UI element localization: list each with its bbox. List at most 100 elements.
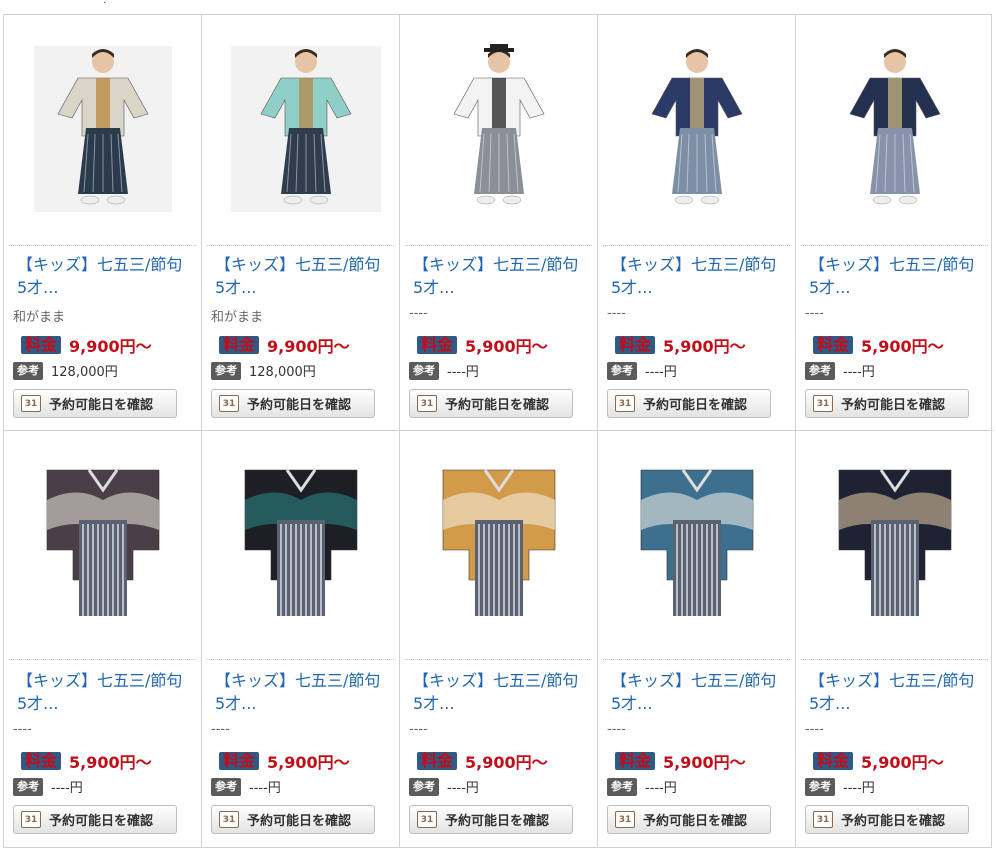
check-availability-label: 予約可能日を確認 <box>247 398 352 413</box>
price-row: 料金 5,900円〜 <box>607 333 746 357</box>
product-image[interactable] <box>796 431 993 659</box>
rental-price: 5,900円〜 <box>465 337 548 356</box>
price-label-badge: 料金 <box>21 752 62 770</box>
product-title-link[interactable]: 【キッズ】七五三/節句 5才... <box>413 669 591 715</box>
calendar-icon: 31 <box>813 811 833 828</box>
product-image[interactable] <box>202 15 399 243</box>
reference-price: ----円 <box>249 781 281 796</box>
product-title-link[interactable]: 【キッズ】七五三/節句 5才... <box>809 253 987 299</box>
calendar-icon: 31 <box>417 395 437 412</box>
product-card[interactable]: 【キッズ】七五三/節句 5才... ---- 料金 5,900円〜 参考 ---… <box>796 431 993 847</box>
reference-price: ----円 <box>645 781 677 796</box>
child-hakama-photo[interactable] <box>840 44 950 214</box>
check-availability-label: 予約可能日を確認 <box>49 814 154 829</box>
price-label-badge: 料金 <box>417 336 458 354</box>
check-availability-button[interactable]: 31 予約可能日を確認 <box>805 389 969 418</box>
product-image[interactable] <box>598 431 795 659</box>
brand-name: 和がまま <box>13 310 66 325</box>
brand-name: 和がまま <box>211 310 264 325</box>
product-title-link[interactable]: 【キッズ】七五三/節句 5才... <box>17 253 195 299</box>
product-title-link[interactable]: 【キッズ】七五三/節句 5才... <box>611 669 789 715</box>
rental-price: 5,900円〜 <box>465 753 548 772</box>
price-row: 料金 5,900円〜 <box>607 749 746 773</box>
check-availability-label: 予約可能日を確認 <box>49 398 154 413</box>
calendar-icon: 31 <box>615 395 635 412</box>
reference-price: ----円 <box>51 781 83 796</box>
check-availability-label: 予約可能日を確認 <box>841 814 946 829</box>
check-availability-label: 予約可能日を確認 <box>643 398 748 413</box>
price-row: 料金 5,900円〜 <box>805 333 944 357</box>
calendar-icon: 31 <box>219 395 239 412</box>
product-card[interactable]: 【キッズ】七五三/節句 5才... 和がまま 料金 9,900円〜 参考 128… <box>4 15 202 431</box>
product-image[interactable] <box>400 15 597 243</box>
divider <box>9 659 196 660</box>
check-availability-button[interactable]: 31 予約可能日を確認 <box>805 805 969 834</box>
price-label-badge: 料金 <box>219 336 260 354</box>
hakama-set-photo[interactable] <box>215 460 387 630</box>
child-hakama-photo[interactable] <box>251 44 361 214</box>
brand-name: ---- <box>607 306 626 321</box>
check-availability-button[interactable]: 31 予約可能日を確認 <box>607 389 771 418</box>
price-row: 料金 5,900円〜 <box>409 749 548 773</box>
product-card[interactable]: 【キッズ】七五三/節句 5才... ---- 料金 5,900円〜 参考 ---… <box>4 431 202 847</box>
product-image[interactable] <box>796 15 993 243</box>
reference-label-badge: 参考 <box>211 361 241 380</box>
product-image[interactable] <box>4 431 201 659</box>
child-hakama-photo[interactable] <box>444 44 554 214</box>
hakama-set-photo[interactable] <box>17 460 189 630</box>
price-label-badge: 料金 <box>615 336 656 354</box>
calendar-icon: 31 <box>219 811 239 828</box>
price-label-badge: 料金 <box>813 336 854 354</box>
product-title-link[interactable]: 【キッズ】七五三/節句 5才... <box>215 669 393 715</box>
check-availability-button[interactable]: 31 予約可能日を確認 <box>211 805 375 834</box>
product-card[interactable]: 【キッズ】七五三/節句 5才... ---- 料金 5,900円〜 参考 ---… <box>400 15 598 431</box>
reference-label-badge: 参考 <box>409 777 439 796</box>
check-availability-label: 予約可能日を確認 <box>445 814 550 829</box>
product-card[interactable]: 【キッズ】七五三/節句 5才... ---- 料金 5,900円〜 参考 ---… <box>598 431 796 847</box>
hakama-set-photo[interactable] <box>413 460 585 630</box>
reference-price: ----円 <box>447 365 479 380</box>
price-label-badge: 料金 <box>813 752 854 770</box>
product-image[interactable] <box>202 431 399 659</box>
product-card[interactable]: 【キッズ】七五三/節句 5才... ---- 料金 5,900円〜 参考 ---… <box>400 431 598 847</box>
reference-label-badge: 参考 <box>607 777 637 796</box>
photo-frame[interactable] <box>33 44 172 214</box>
product-title-link[interactable]: 【キッズ】七五三/節句 5才... <box>215 253 393 299</box>
check-availability-button[interactable]: 31 予約可能日を確認 <box>607 805 771 834</box>
product-image[interactable] <box>4 15 201 243</box>
check-availability-button[interactable]: 31 予約可能日を確認 <box>211 389 375 418</box>
divider <box>405 659 592 660</box>
check-availability-button[interactable]: 31 予約可能日を確認 <box>409 389 573 418</box>
child-hakama-photo[interactable] <box>642 44 752 214</box>
child-hakama-photo[interactable] <box>48 44 158 214</box>
product-title-link[interactable]: 【キッズ】七五三/節句 5才... <box>17 669 195 715</box>
product-image[interactable] <box>598 15 795 243</box>
rental-price: 5,900円〜 <box>663 337 746 356</box>
product-card[interactable]: 【キッズ】七五三/節句 5才... ---- 料金 5,900円〜 参考 ---… <box>202 431 400 847</box>
check-availability-label: 予約可能日を確認 <box>247 814 352 829</box>
photo-frame[interactable] <box>230 44 381 214</box>
hakama-set-photo[interactable] <box>611 460 783 630</box>
top-link-dot: · <box>103 0 107 9</box>
product-title-link[interactable]: 【キッズ】七五三/節句 5才... <box>809 669 987 715</box>
product-title-link[interactable]: 【キッズ】七五三/節句 5才... <box>611 253 789 299</box>
reference-price-row: 参考 ----円 <box>805 777 875 796</box>
rental-price: 9,900円〜 <box>69 337 152 356</box>
product-card[interactable]: 【キッズ】七五三/節句 5才... 和がまま 料金 9,900円〜 参考 128… <box>202 15 400 431</box>
reference-price-row: 参考 128,000円 <box>13 361 118 380</box>
divider <box>207 245 394 246</box>
calendar-icon: 31 <box>417 811 437 828</box>
hakama-set-photo[interactable] <box>809 460 981 630</box>
check-availability-button[interactable]: 31 予約可能日を確認 <box>13 389 177 418</box>
calendar-icon: 31 <box>21 395 41 412</box>
product-grid: 【キッズ】七五三/節句 5才... 和がまま 料金 9,900円〜 参考 128… <box>3 14 993 848</box>
reference-label-badge: 参考 <box>805 361 835 380</box>
calendar-icon: 31 <box>813 395 833 412</box>
product-image[interactable] <box>400 431 597 659</box>
reference-price-row: 参考 ----円 <box>607 777 677 796</box>
product-card[interactable]: 【キッズ】七五三/節句 5才... ---- 料金 5,900円〜 参考 ---… <box>598 15 796 431</box>
product-title-link[interactable]: 【キッズ】七五三/節句 5才... <box>413 253 591 299</box>
check-availability-button[interactable]: 31 予約可能日を確認 <box>409 805 573 834</box>
product-card[interactable]: 【キッズ】七五三/節句 5才... ---- 料金 5,900円〜 参考 ---… <box>796 15 993 431</box>
check-availability-button[interactable]: 31 予約可能日を確認 <box>13 805 177 834</box>
